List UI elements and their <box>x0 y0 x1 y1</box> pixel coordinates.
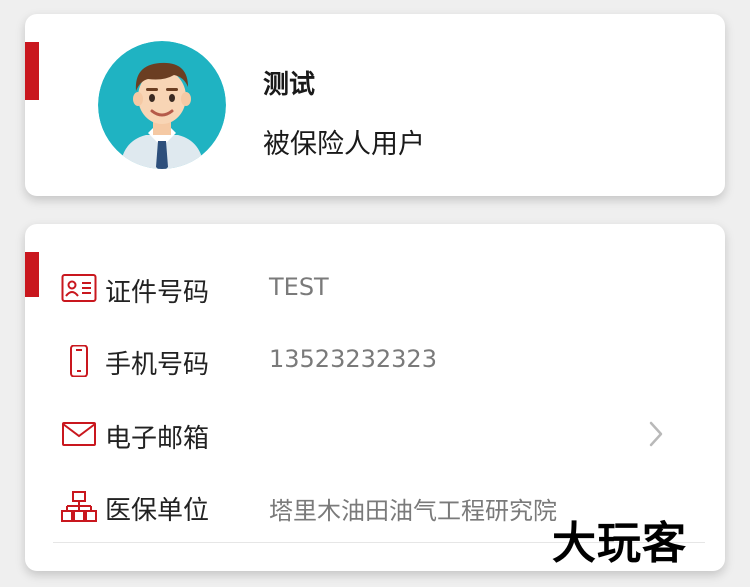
chevron-right-icon[interactable] <box>647 420 665 448</box>
row-label: 医保单位 <box>105 496 210 526</box>
phone-icon <box>61 344 97 378</box>
user-name: 测试 <box>263 70 316 100</box>
row-label: 电子邮箱 <box>105 424 210 454</box>
row-email[interactable]: 电子邮箱 <box>25 404 725 464</box>
row-value: 13523232323 <box>269 345 437 373</box>
row-phone: 手机号码 13523232323 <box>25 330 725 390</box>
id-card-icon <box>61 273 97 303</box>
user-avatar-icon <box>98 41 226 169</box>
mail-icon <box>61 419 97 449</box>
row-value: TEST <box>269 273 329 301</box>
watermark-logo: 大玩客 <box>552 518 687 569</box>
row-label: 手机号码 <box>105 350 210 380</box>
user-role: 被保险人用户 <box>263 129 425 160</box>
org-chart-icon <box>61 491 97 522</box>
row-label: 证件号码 <box>105 278 210 308</box>
profile-card: 测试 被保险人用户 <box>25 14 725 196</box>
avatar[interactable] <box>98 41 226 169</box>
profile-accent-bar <box>25 42 39 100</box>
row-value: 塔里木油田油气工程研究院 <box>269 497 557 525</box>
row-id-number: 证件号码 TEST <box>25 258 725 318</box>
